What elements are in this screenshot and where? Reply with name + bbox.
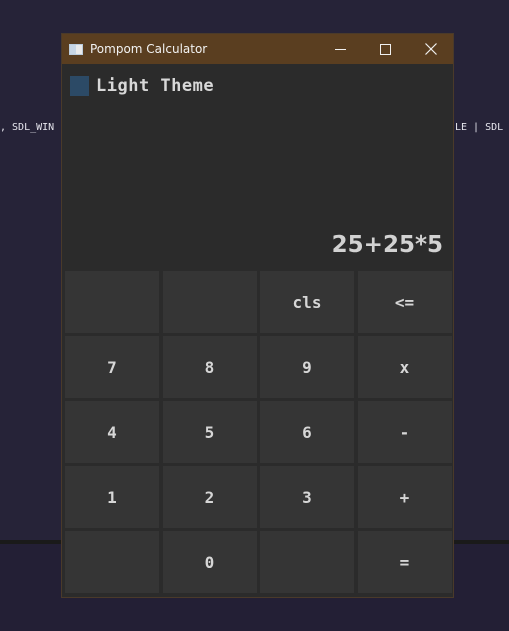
close-icon: [424, 43, 437, 55]
digit-2-button[interactable]: 2: [162, 466, 257, 528]
background-code-left: , SDL_WIN: [0, 122, 55, 133]
digit-1-button[interactable]: 1: [65, 466, 159, 528]
close-button[interactable]: [408, 34, 453, 64]
subtract-button[interactable]: -: [357, 401, 452, 463]
maximize-button[interactable]: [363, 34, 408, 64]
digit-6-button[interactable]: 6: [260, 401, 354, 463]
expression-display: 25+25*5: [331, 232, 443, 258]
digit-8-button[interactable]: 8: [162, 336, 257, 398]
add-button[interactable]: +: [357, 466, 452, 528]
clear-button[interactable]: cls: [260, 271, 354, 333]
window-controls: [318, 34, 453, 64]
minimize-button[interactable]: [318, 34, 363, 64]
digit-9-button[interactable]: 9: [260, 336, 354, 398]
calculator-window: Pompom Calculator Light Theme 25+25*5 cl…: [61, 33, 454, 598]
multiply-button[interactable]: x: [357, 336, 452, 398]
blank-key-2[interactable]: [162, 271, 257, 333]
digit-0-button[interactable]: 0: [162, 531, 257, 593]
digit-5-button[interactable]: 5: [162, 401, 257, 463]
light-theme-label: Light Theme: [96, 76, 215, 96]
keypad: cls <= 7 8 9 x 4 5 6 - 1 2 3 + 0 =: [65, 271, 452, 593]
digit-7-button[interactable]: 7: [65, 336, 159, 398]
theme-toggle[interactable]: Light Theme: [70, 76, 214, 96]
digit-4-button[interactable]: 4: [65, 401, 159, 463]
digit-3-button[interactable]: 3: [260, 466, 354, 528]
equals-button[interactable]: =: [357, 531, 452, 593]
blank-key-1[interactable]: [65, 271, 159, 333]
app-icon: [69, 43, 83, 55]
title-bar[interactable]: Pompom Calculator: [62, 34, 453, 64]
minimize-icon: [335, 48, 346, 50]
backspace-button[interactable]: <=: [357, 271, 452, 333]
maximize-icon: [380, 43, 391, 55]
blank-key-4[interactable]: [260, 531, 354, 593]
light-theme-checkbox[interactable]: [70, 76, 89, 96]
window-title: Pompom Calculator: [90, 42, 208, 56]
blank-key-3[interactable]: [65, 531, 159, 593]
background-code-right: LE | SDL: [455, 122, 504, 133]
